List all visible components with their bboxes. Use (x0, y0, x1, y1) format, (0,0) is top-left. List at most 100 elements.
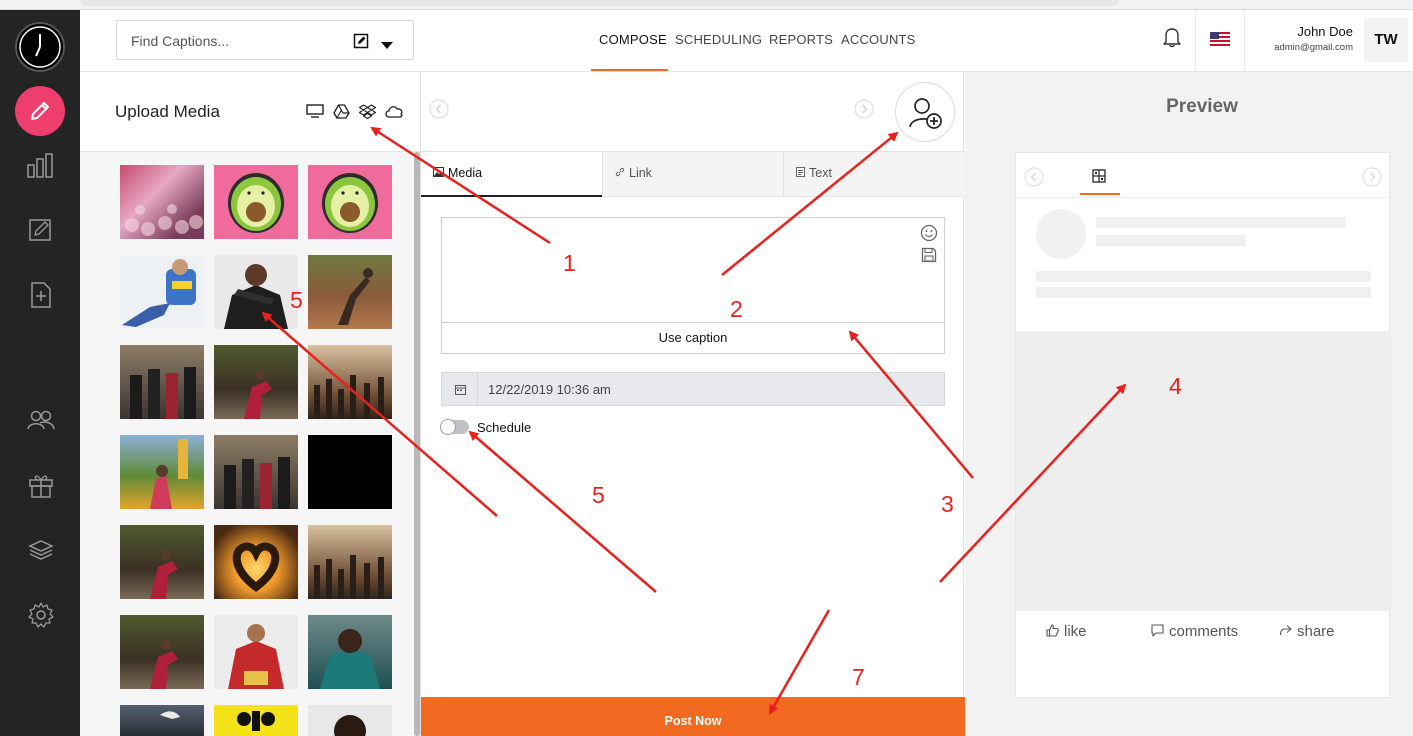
media-thumbnail[interactable] (120, 435, 204, 509)
schedule-label: Schedule (477, 420, 532, 435)
toggle-knob (440, 419, 456, 435)
browser-address-bar[interactable] (80, 0, 1120, 6)
upload-media-panel: Upload Media (80, 72, 420, 736)
comment-icon (1151, 624, 1164, 641)
share-icon (1279, 624, 1292, 641)
top-header: COMPOSE SCHEDULING REPORTS ACCOUNTS John… (80, 10, 1413, 72)
add-account-button[interactable] (895, 82, 955, 142)
caption-textarea[interactable] (450, 226, 910, 316)
media-thumbnail[interactable] (308, 705, 392, 736)
header-divider (1195, 10, 1196, 72)
browser-toolbar (0, 0, 1413, 10)
annotation-number: 1 (563, 250, 576, 276)
clock-logo-icon[interactable] (15, 22, 65, 72)
emoji-icon[interactable] (920, 224, 938, 247)
schedule-date-field[interactable]: 12/22/2019 10:36 am (441, 372, 945, 406)
annotation-number: 7 (852, 664, 865, 690)
media-thumbnail[interactable] (214, 435, 298, 509)
media-thumbnail[interactable] (308, 345, 392, 419)
user-name[interactable]: John Doe (1240, 24, 1353, 39)
annotation-number: 4 (1169, 373, 1182, 399)
calendar-icon[interactable] (442, 373, 478, 405)
media-thumbnail[interactable] (308, 435, 392, 509)
users-icon[interactable] (26, 405, 56, 435)
link-icon (615, 152, 625, 195)
media-thumbnail[interactable] (120, 705, 204, 736)
chevron-right-icon[interactable] (854, 99, 874, 124)
desktop-icon[interactable] (306, 104, 324, 123)
preview-panel: Preview like comments share (965, 72, 1413, 736)
caption-editor (441, 217, 945, 323)
media-thumbnail[interactable] (214, 615, 298, 689)
media-thumbnail[interactable] (120, 345, 204, 419)
user-email: admin@gmail.com (1274, 42, 1353, 53)
placeholder-avatar (1036, 209, 1086, 259)
edit-caption-icon[interactable] (353, 33, 369, 54)
media-thumbnail[interactable] (214, 705, 298, 736)
pencil-icon (31, 102, 49, 120)
chevron-left-icon[interactable] (429, 99, 449, 124)
share-label: share (1297, 623, 1335, 640)
bar-chart-icon[interactable] (26, 151, 56, 181)
chevron-right-icon[interactable] (1362, 167, 1382, 192)
chevron-down-icon[interactable] (381, 37, 393, 55)
preview-media-placeholder (1016, 331, 1391, 611)
post-now-button[interactable]: Post Now (421, 697, 965, 736)
gear-icon[interactable] (26, 600, 56, 630)
active-tab-indicator (591, 69, 668, 71)
text-doc-icon (796, 152, 805, 195)
caption-search-input[interactable] (131, 31, 331, 51)
media-thumbnail[interactable] (214, 165, 298, 239)
media-thumbnail[interactable] (214, 255, 298, 329)
media-thumbnail[interactable] (308, 165, 392, 239)
avatar[interactable]: TW (1364, 18, 1408, 62)
layers-icon[interactable] (26, 535, 56, 565)
compose-nav-button[interactable] (15, 86, 65, 136)
placeholder-line (1036, 287, 1371, 298)
bell-icon[interactable] (1162, 26, 1182, 53)
app-root: COMPOSE SCHEDULING REPORTS ACCOUNTS John… (0, 0, 1413, 736)
divider (1016, 197, 1391, 198)
dropbox-icon[interactable] (358, 104, 377, 125)
media-thumbnail[interactable] (120, 525, 204, 599)
share-action[interactable]: share (1279, 623, 1335, 641)
tab-accounts[interactable]: ACCOUNTS (841, 32, 916, 47)
tab-scheduling[interactable]: SCHEDULING (675, 32, 762, 47)
edit-note-icon[interactable] (26, 216, 56, 246)
chevron-left-icon[interactable] (1024, 167, 1044, 192)
compose-panel: Media Link Text Use caption 12/22/2019 1… (420, 72, 965, 736)
tab-text[interactable]: Text (784, 152, 965, 197)
add-page-icon[interactable] (26, 280, 56, 310)
annotation-number: 2 (730, 296, 743, 322)
account-selector-bar (421, 72, 965, 152)
tab-media[interactable]: Media (421, 152, 602, 197)
media-thumbnail[interactable] (308, 615, 392, 689)
gift-icon[interactable] (26, 470, 56, 500)
use-caption-button[interactable]: Use caption (441, 322, 945, 354)
annotation-number: 3 (941, 491, 954, 517)
media-thumbnail[interactable] (214, 345, 298, 419)
preview-title: Preview (1166, 96, 1238, 117)
google-drive-icon[interactable] (333, 104, 350, 124)
header-divider (1244, 10, 1245, 72)
grid-network-icon[interactable] (1092, 169, 1106, 188)
media-thumbnail[interactable] (120, 165, 204, 239)
save-icon[interactable] (921, 247, 937, 268)
placeholder-line (1096, 217, 1346, 228)
schedule-toggle[interactable] (440, 419, 469, 435)
media-thumbnail[interactable] (308, 525, 392, 599)
media-thumbnail[interactable] (120, 255, 204, 329)
media-thumbnail[interactable] (214, 525, 298, 599)
comments-action[interactable]: comments (1151, 623, 1238, 641)
like-label: like (1064, 623, 1087, 640)
tab-link[interactable]: Link (603, 152, 784, 197)
tab-compose[interactable]: COMPOSE (599, 32, 667, 47)
post-preview-card: like comments share (1015, 152, 1391, 698)
cloud-icon[interactable] (384, 104, 404, 123)
tab-reports[interactable]: REPORTS (769, 32, 833, 47)
us-flag-icon[interactable] (1210, 32, 1230, 46)
media-thumbnail[interactable] (308, 255, 392, 329)
upload-media-header: Upload Media (80, 72, 420, 152)
media-thumbnail[interactable] (120, 615, 204, 689)
like-action[interactable]: like (1046, 623, 1087, 641)
